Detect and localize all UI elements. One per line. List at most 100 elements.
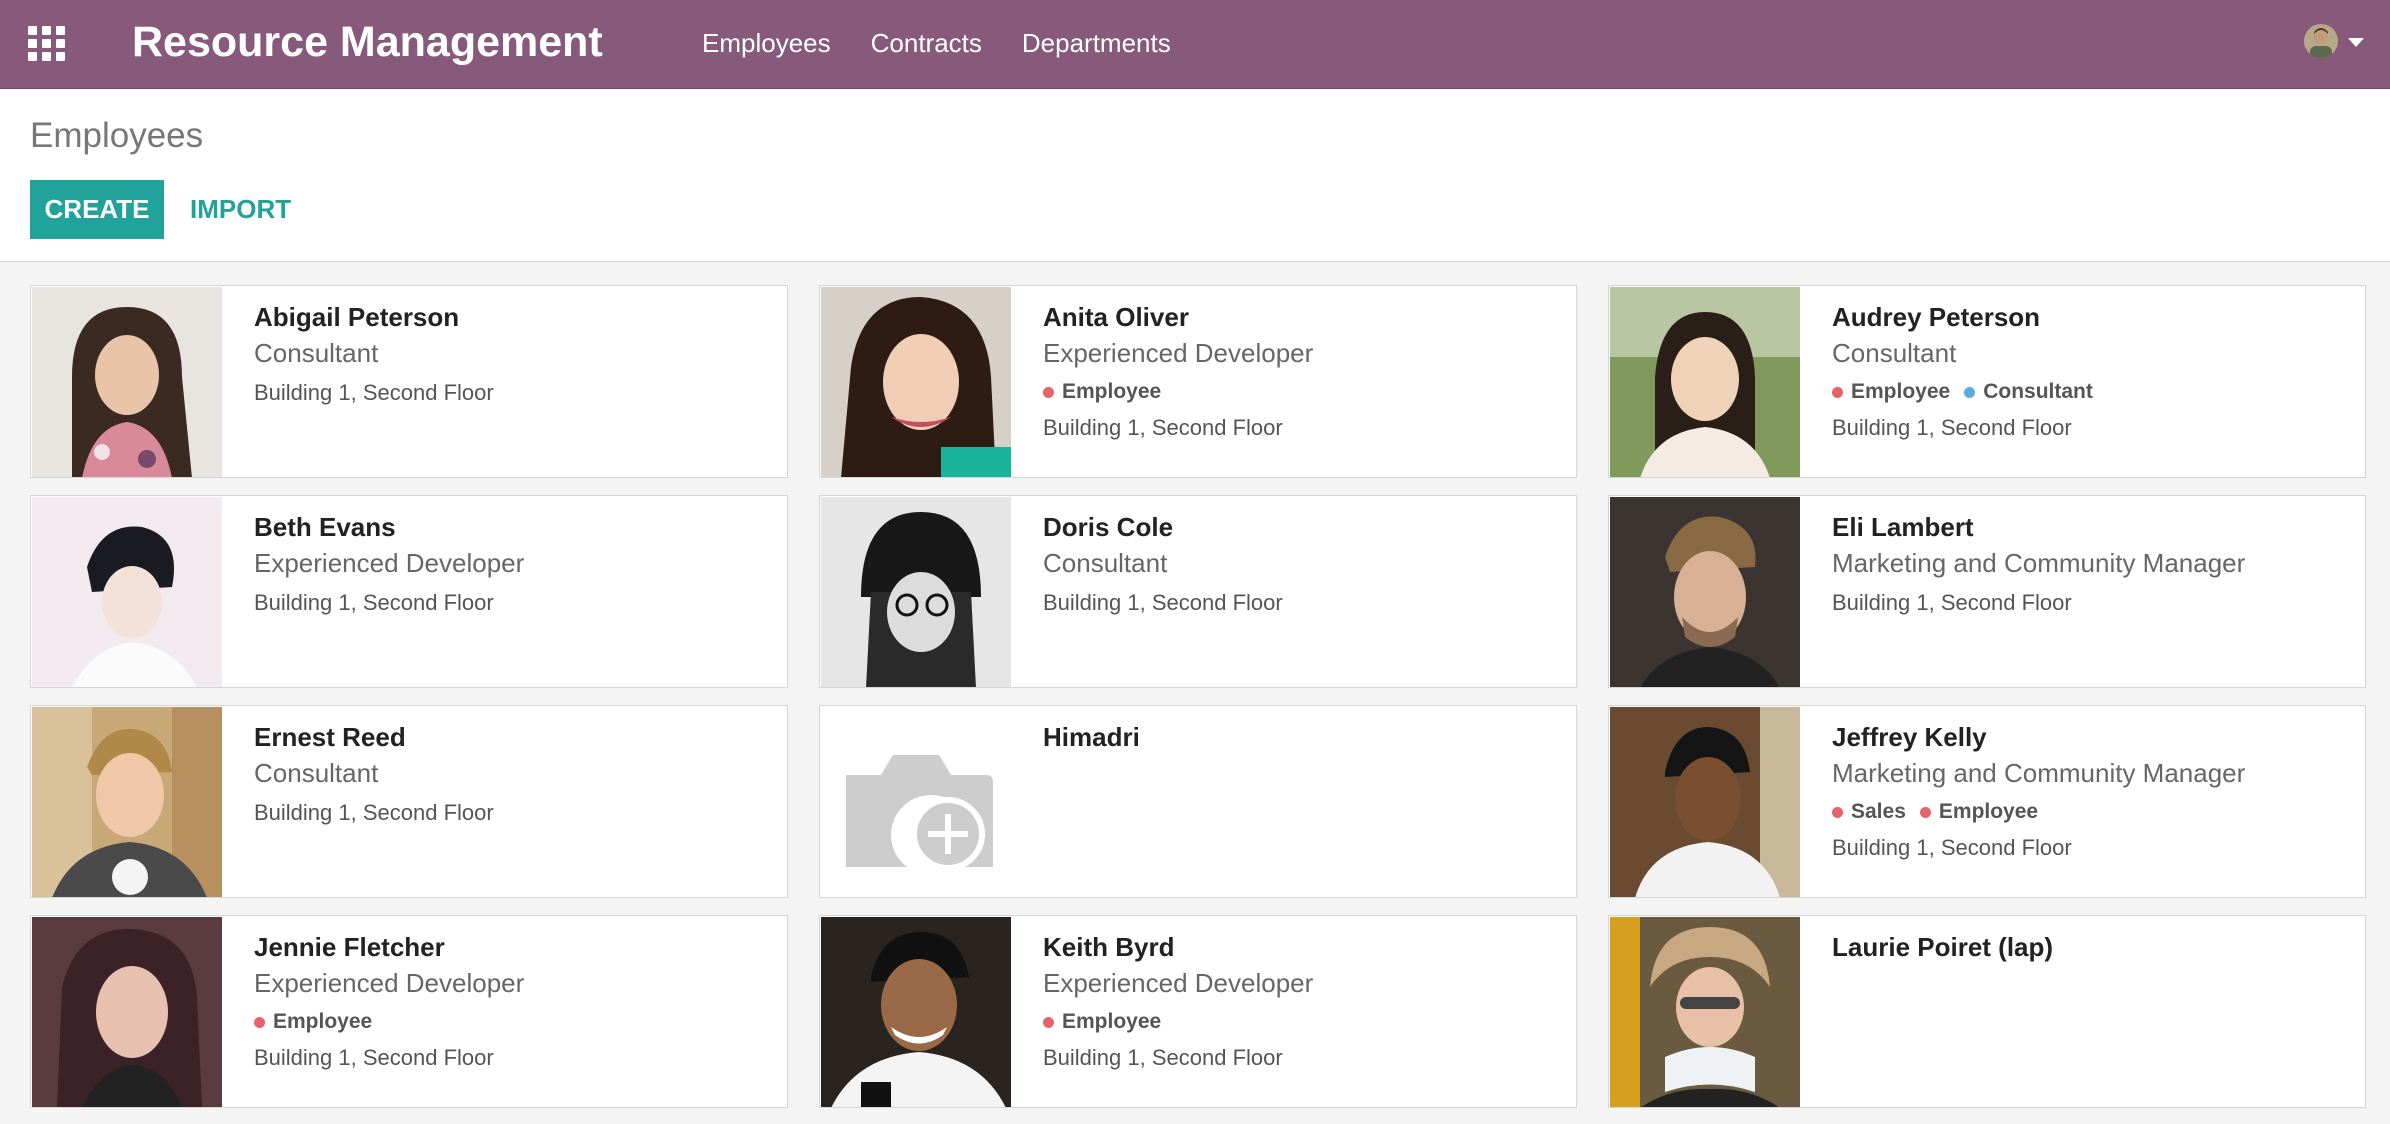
employee-photo xyxy=(821,917,1011,1107)
employee-info: Abigail Peterson Consultant Building 1, … xyxy=(254,300,777,407)
employee-card[interactable]: Doris Cole Consultant Building 1, Second… xyxy=(819,495,1577,688)
employee-info: Anita Oliver Experienced Developer Emplo… xyxy=(1043,300,1566,442)
employee-job-title: Experienced Developer xyxy=(254,968,525,998)
employee-tags: Employee xyxy=(1043,379,1566,405)
employee-location: Building 1, Second Floor xyxy=(1043,415,1283,440)
app-grid-icon[interactable] xyxy=(28,26,66,62)
tag-label: Employee xyxy=(1062,380,1162,403)
employee-location: Building 1, Second Floor xyxy=(1832,415,2072,440)
employee-photo xyxy=(32,497,222,687)
app-title: Resource Management xyxy=(132,18,603,66)
tag-dot-icon xyxy=(1919,806,1931,818)
employee-info: Keith Byrd Experienced Developer Employe… xyxy=(1043,930,1566,1072)
employee-job-title: Consultant xyxy=(254,338,379,368)
employee-job-title: Marketing and Community Manager xyxy=(1832,548,2246,578)
import-button[interactable]: IMPORT xyxy=(190,180,291,239)
employee-location: Building 1, Second Floor xyxy=(1043,1045,1283,1070)
employee-card[interactable]: Audrey Peterson Consultant Employee Cons… xyxy=(1608,285,2366,478)
employee-location: Building 1, Second Floor xyxy=(1832,590,2072,615)
tag-label: Employee xyxy=(273,1010,373,1033)
employee-photo xyxy=(32,707,222,897)
employee-photo xyxy=(1610,497,1800,687)
employee-photo xyxy=(821,287,1011,477)
employee-card[interactable]: Jeffrey Kelly Marketing and Community Ma… xyxy=(1608,705,2366,898)
tag-dot-icon xyxy=(1832,386,1843,398)
employee-card[interactable]: Jennie Fletcher Experienced Developer Em… xyxy=(30,915,788,1108)
tag-label: Consultant xyxy=(1983,380,2093,403)
tag-badge: Consultant xyxy=(1964,379,2093,405)
employee-name: Jeffrey Kelly xyxy=(1832,722,1987,752)
tag-badge: Employee xyxy=(1043,379,1161,405)
tag-badge: Employee xyxy=(1919,799,2039,825)
employee-info: Beth Evans Experienced Developer Buildin… xyxy=(254,510,777,617)
employee-location: Building 1, Second Floor xyxy=(254,590,494,615)
menu-item-departments[interactable]: Departments xyxy=(1022,27,1171,59)
employee-photo xyxy=(821,497,1011,687)
employee-info: Doris Cole Consultant Building 1, Second… xyxy=(1043,510,1566,617)
tag-label: Sales xyxy=(1851,800,1906,823)
employee-job-title: Consultant xyxy=(1832,338,1957,368)
employee-photo xyxy=(32,917,222,1107)
user-avatar[interactable] xyxy=(2304,24,2338,58)
employee-name: Keith Byrd xyxy=(1043,932,1175,962)
menu-item-employees[interactable]: Employees xyxy=(702,27,831,59)
chevron-down-icon[interactable] xyxy=(2348,38,2364,47)
breadcrumb: Employees xyxy=(30,116,204,155)
employee-card[interactable]: Abigail Peterson Consultant Building 1, … xyxy=(30,285,788,478)
menu-item-contracts[interactable]: Contracts xyxy=(871,27,982,59)
employee-location: Building 1, Second Floor xyxy=(254,1045,494,1070)
employee-tags: Employee xyxy=(254,1009,777,1035)
tag-label: Employee xyxy=(1062,1010,1162,1033)
tag-badge: Employee xyxy=(254,1009,372,1035)
employee-job-title: Experienced Developer xyxy=(1043,968,1314,998)
employee-name: Laurie Poiret (lap) xyxy=(1832,932,2054,962)
employee-photo xyxy=(1610,917,1800,1107)
employee-card[interactable]: Beth Evans Experienced Developer Buildin… xyxy=(30,495,788,688)
tag-badge: Employee xyxy=(1832,379,1950,405)
employee-job-title: Consultant xyxy=(1043,548,1168,578)
employee-info: Jeffrey Kelly Marketing and Community Ma… xyxy=(1832,720,2355,862)
tag-label: Employee xyxy=(1851,380,1951,403)
create-button[interactable]: CREATE xyxy=(30,180,164,239)
employee-name: Doris Cole xyxy=(1043,512,1174,542)
employee-name: Abigail Peterson xyxy=(254,302,460,332)
tag-dot-icon xyxy=(254,1016,265,1028)
tag-dot-icon xyxy=(1043,1016,1054,1028)
employee-job-title: Experienced Developer xyxy=(254,548,525,578)
employee-info: Himadri xyxy=(1043,720,1566,754)
employee-name: Anita Oliver xyxy=(1043,302,1189,332)
tag-label: Employee xyxy=(1938,800,2039,823)
employee-tags: Sales Employee xyxy=(1832,799,2355,825)
tag-badge: Sales xyxy=(1832,799,1906,825)
main-menu: Employees Contracts Departments xyxy=(702,27,1171,59)
employee-card[interactable]: Anita Oliver Experienced Developer Emplo… xyxy=(819,285,1577,478)
employee-location: Building 1, Second Floor xyxy=(254,800,494,825)
tag-dot-icon xyxy=(1043,386,1054,398)
employee-job-title: Experienced Developer xyxy=(1043,338,1314,368)
employee-name: Jennie Fletcher xyxy=(254,932,445,962)
employee-photo xyxy=(32,287,222,477)
employee-name: Beth Evans xyxy=(254,512,396,542)
employee-name: Ernest Reed xyxy=(254,722,406,752)
employee-job-title: Marketing and Community Manager xyxy=(1832,758,2246,788)
tag-dot-icon xyxy=(1964,386,1976,398)
tag-badge: Employee xyxy=(1043,1009,1161,1035)
employee-location: Building 1, Second Floor xyxy=(1832,835,2072,860)
employee-card[interactable]: Himadri xyxy=(819,705,1577,898)
employee-card[interactable]: Laurie Poiret (lap) xyxy=(1608,915,2366,1108)
employee-card[interactable]: Ernest Reed Consultant Building 1, Secon… xyxy=(30,705,788,898)
employee-photo xyxy=(1610,707,1800,897)
employee-location: Building 1, Second Floor xyxy=(254,380,494,405)
tag-dot-icon xyxy=(1832,806,1843,818)
employee-card[interactable]: Eli Lambert Marketing and Community Mana… xyxy=(1608,495,2366,688)
employee-name: Eli Lambert xyxy=(1832,512,1974,542)
employee-info: Eli Lambert Marketing and Community Mana… xyxy=(1832,510,2355,617)
employee-info: Laurie Poiret (lap) xyxy=(1832,930,2355,964)
employee-card[interactable]: Keith Byrd Experienced Developer Employe… xyxy=(819,915,1577,1108)
employee-job-title: Consultant xyxy=(254,758,379,788)
employee-name: Himadri xyxy=(1043,722,1140,752)
employee-tags: Employee Consultant xyxy=(1832,379,2355,405)
employee-name: Audrey Peterson xyxy=(1832,302,2041,332)
kanban-view: Abigail Peterson Consultant Building 1, … xyxy=(0,262,2390,1124)
employee-photo xyxy=(1610,287,1800,477)
